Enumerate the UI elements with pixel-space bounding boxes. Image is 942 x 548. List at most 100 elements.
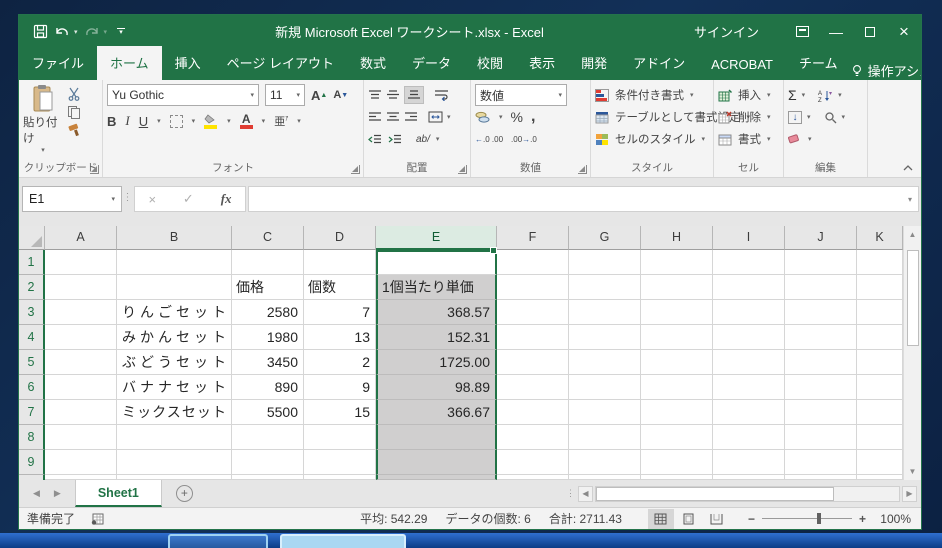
formula-bar-splitter[interactable]: ⋮ [122, 192, 134, 203]
cell[interactable] [641, 475, 713, 480]
select-all-button[interactable] [19, 226, 45, 250]
tell-me-box[interactable]: 操作アシス [851, 61, 921, 80]
cell[interactable] [569, 425, 641, 450]
cell[interactable] [857, 300, 903, 325]
phonetic-guide-icon[interactable]: 亜ｱ [274, 113, 288, 129]
cell[interactable] [641, 350, 713, 375]
cell[interactable] [497, 250, 569, 275]
cell[interactable] [713, 275, 785, 300]
align-right-icon[interactable] [404, 111, 418, 123]
cell-D4[interactable]: 13 [304, 325, 376, 350]
cell[interactable] [117, 250, 232, 275]
cell[interactable] [569, 325, 641, 350]
name-box-dropdown-icon[interactable]: ▾ [111, 195, 115, 203]
macro-record-icon[interactable] [91, 513, 104, 525]
fill-color-icon[interactable] [204, 114, 218, 129]
font-color-icon[interactable]: A [240, 114, 253, 129]
wrap-text-icon[interactable] [434, 89, 449, 101]
cell[interactable] [857, 325, 903, 350]
row-header-8[interactable]: 8 [19, 425, 45, 450]
cell[interactable] [232, 450, 304, 475]
cell[interactable] [713, 400, 785, 425]
delete-cells-button[interactable]: 削除▾ [718, 106, 779, 128]
cell[interactable] [857, 350, 903, 375]
cell[interactable] [569, 275, 641, 300]
row-header-1[interactable]: 1 [19, 250, 45, 275]
cell[interactable] [569, 475, 641, 480]
cell-E7[interactable]: 366.67 [376, 400, 497, 425]
column-header-J[interactable]: J [785, 226, 857, 250]
cell[interactable] [857, 250, 903, 275]
cell[interactable] [45, 400, 117, 425]
scroll-up-icon[interactable]: ▲ [904, 226, 921, 243]
cell-E1-active[interactable] [376, 250, 497, 275]
fill-icon[interactable]: ↓ [788, 111, 802, 124]
tab-insert[interactable]: 挿入 [162, 46, 214, 80]
cell-D7[interactable]: 15 [304, 400, 376, 425]
scroll-right-icon[interactable]: ▶ [902, 486, 917, 502]
bold-button[interactable]: B [107, 114, 116, 129]
vertical-scrollbar[interactable]: ▲ ▼ [903, 226, 921, 480]
cell[interactable] [641, 450, 713, 475]
maximize-button[interactable] [853, 15, 887, 48]
horizontal-scrollbar[interactable] [595, 486, 900, 502]
sheet-prev-icon[interactable]: ◀ [33, 488, 40, 499]
cell[interactable] [785, 375, 857, 400]
cell-E4[interactable]: 152.31 [376, 325, 497, 350]
zoom-slider-handle[interactable] [817, 513, 821, 524]
cell[interactable] [569, 300, 641, 325]
cell-D5[interactable]: 2 [304, 350, 376, 375]
autosum-icon[interactable]: Σ [788, 87, 797, 103]
enter-icon[interactable]: ✓ [183, 191, 194, 207]
increase-indent-icon[interactable] [388, 134, 402, 145]
cell[interactable] [641, 325, 713, 350]
cell[interactable] [569, 450, 641, 475]
sheet-tab-sheet1[interactable]: Sheet1 [75, 480, 162, 507]
ribbon-display-options-icon[interactable] [785, 15, 819, 48]
tab-team[interactable]: チーム [786, 46, 851, 80]
borders-icon[interactable] [170, 115, 183, 128]
clear-icon[interactable] [788, 134, 803, 145]
font-name-select[interactable]: Yu Gothic▾ [107, 84, 259, 106]
cut-icon[interactable] [67, 87, 81, 101]
cell[interactable] [232, 425, 304, 450]
accounting-format-icon[interactable] [475, 111, 491, 124]
zoom-out-icon[interactable]: − [748, 512, 755, 526]
percent-style-icon[interactable]: % [511, 109, 523, 125]
cell[interactable] [497, 325, 569, 350]
decrease-decimal-icon[interactable]: .00 →.0 [511, 135, 537, 144]
cell[interactable] [45, 250, 117, 275]
cell[interactable] [785, 450, 857, 475]
row-header-6[interactable]: 6 [19, 375, 45, 400]
formula-bar-expand-icon[interactable]: ▾ [908, 195, 912, 204]
column-header-C[interactable]: C [232, 226, 304, 250]
cell[interactable] [376, 475, 497, 480]
zoom-in-icon[interactable]: + [859, 512, 866, 526]
cell[interactable] [304, 475, 376, 480]
cell[interactable] [785, 325, 857, 350]
font-dialog-launcher-icon[interactable] [351, 165, 360, 174]
cell[interactable] [785, 475, 857, 480]
cell-E6[interactable]: 98.89 [376, 375, 497, 400]
cell[interactable] [569, 400, 641, 425]
cell-B5[interactable]: ぶどうセット [117, 350, 232, 375]
tab-addins[interactable]: アドイン [620, 46, 698, 80]
align-top-icon[interactable] [368, 89, 382, 101]
increase-decimal-icon[interactable]: ←.0 .00 [475, 135, 503, 144]
cell[interactable] [857, 375, 903, 400]
align-bottom-icon[interactable] [404, 86, 424, 104]
cell[interactable] [497, 350, 569, 375]
cell[interactable] [785, 300, 857, 325]
cell[interactable] [569, 350, 641, 375]
zoom-slider[interactable] [762, 518, 852, 519]
row-header-4[interactable]: 4 [19, 325, 45, 350]
cell-C2[interactable]: 価格 [232, 275, 304, 300]
cell[interactable] [117, 425, 232, 450]
align-middle-icon[interactable] [386, 89, 400, 101]
cell[interactable] [497, 400, 569, 425]
format-as-table-button[interactable]: テーブルとして書式設定▾ [595, 106, 709, 128]
name-box[interactable]: E1▾ [22, 186, 122, 212]
cell[interactable] [497, 375, 569, 400]
minimize-button[interactable]: — [819, 15, 853, 48]
cell[interactable] [785, 350, 857, 375]
